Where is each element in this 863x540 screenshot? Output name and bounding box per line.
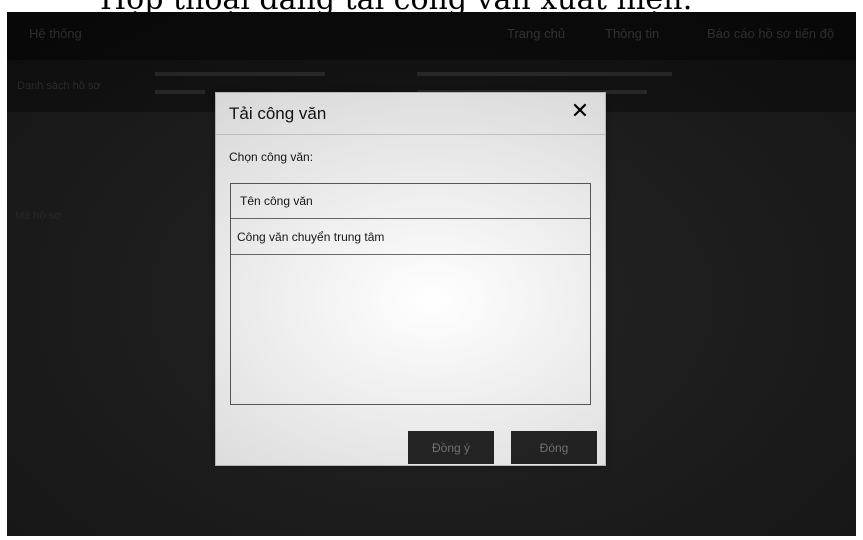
close-icon[interactable]: ✕ (567, 98, 593, 126)
select-document-label: Chọn công văn: (229, 150, 314, 164)
close-button[interactable]: Đóng (511, 431, 597, 464)
nav-item-info[interactable]: Thông tin (605, 26, 659, 41)
side-label: Mã hồ sơ (15, 210, 62, 222)
caption-strip: Hộp thoại đăng tải công văn xuất hiện: (0, 0, 863, 12)
list-item[interactable]: Công văn chuyển trung tâm (231, 219, 590, 255)
upload-document-dialog: Tải công văn ✕ Chọn công văn: Tên công v… (215, 92, 606, 466)
sub-bar-label: Danh sách hồ sơ (17, 80, 101, 92)
list-header-label: Tên công văn (240, 194, 313, 208)
top-navbar: Hệ thống Trang chủ Thông tin Báo cáo hồ … (7, 12, 856, 60)
list-item-label: Công văn chuyển trung tâm (237, 230, 385, 244)
document-list: Tên công văn Công văn chuyển trung tâm (230, 183, 591, 405)
page: Hộp thoại đăng tải công văn xuất hiện: H… (0, 0, 863, 540)
app-screen: Hệ thống Trang chủ Thông tin Báo cáo hồ … (7, 12, 856, 536)
nav-brand[interactable]: Hệ thống (29, 26, 82, 41)
dialog-title: Tải công văn (229, 104, 327, 123)
caption-text: Hộp thoại đăng tải công văn xuất hiện: (100, 0, 693, 12)
nav-item-home[interactable]: Trang chủ (507, 26, 565, 41)
toolbar-field[interactable] (155, 72, 325, 76)
toolbar-field[interactable] (155, 90, 205, 94)
toolbar-field[interactable] (417, 72, 672, 76)
list-column-header: Tên công văn (231, 184, 590, 219)
dialog-header: Tải công văn ✕ (216, 93, 605, 135)
nav-item-report[interactable]: Báo cáo hồ sơ tiến độ (707, 26, 834, 41)
ok-button[interactable]: Đồng ý (408, 431, 494, 464)
